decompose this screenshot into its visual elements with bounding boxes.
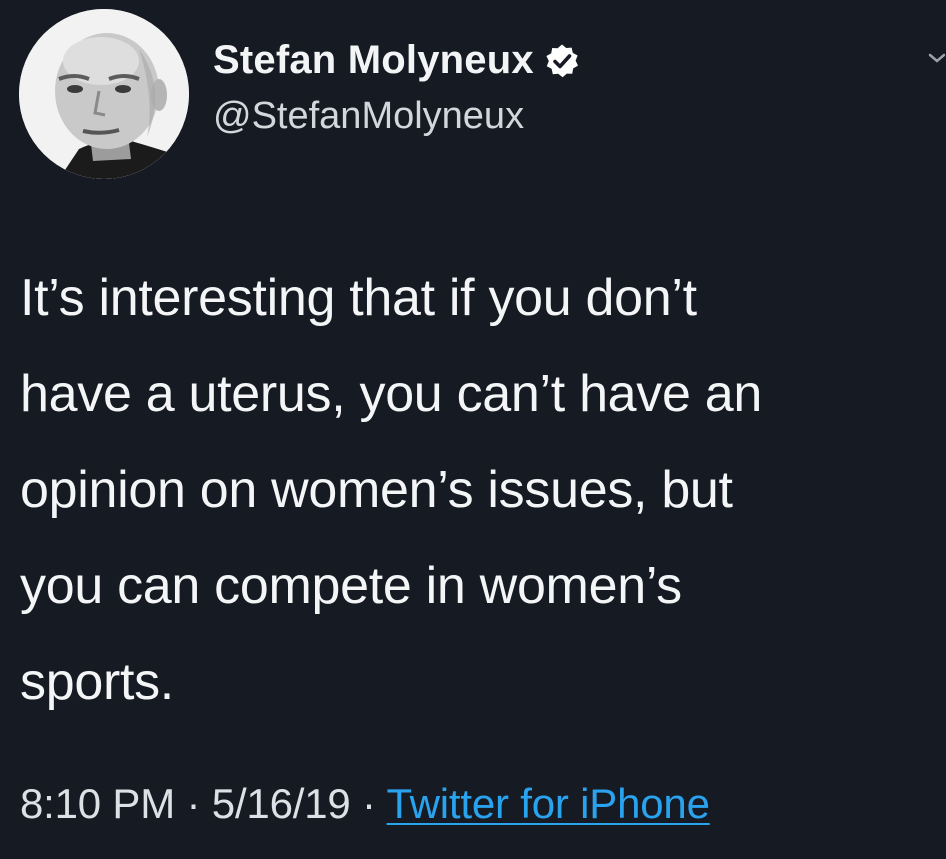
profile-photo-icon xyxy=(19,9,189,179)
author-name-row[interactable]: Stefan Molyneux xyxy=(213,38,580,83)
tweet-text-line: opinion on women’s issues, but xyxy=(20,461,733,519)
tweet-text-line: sports. xyxy=(20,653,174,711)
verified-check-icon xyxy=(544,43,580,79)
tweet-card: Stefan Molyneux @StefanMolyneux It’s int… xyxy=(0,0,946,859)
tweet-meta: 8:10 PM · 5/16/19 · Twitter for iPhone xyxy=(20,780,710,828)
meta-separator: · xyxy=(362,780,376,827)
tweet-text-line: you can compete in women’s xyxy=(20,557,682,615)
tweet-text: It’s interesting that if you don’t have … xyxy=(20,250,930,730)
handle[interactable]: @StefanMolyneux xyxy=(213,95,524,138)
tweet-source-link[interactable]: Twitter for iPhone xyxy=(387,780,710,827)
avatar[interactable] xyxy=(19,9,189,179)
tweet-date[interactable]: 5/16/19 xyxy=(212,780,351,827)
tweet-time[interactable]: 8:10 PM xyxy=(20,780,175,827)
display-name[interactable]: Stefan Molyneux xyxy=(213,38,534,83)
chevron-down-icon[interactable] xyxy=(928,50,946,66)
tweet-text-line: have a uterus, you can’t have an xyxy=(20,365,763,423)
tweet-text-line: It’s interesting that if you don’t xyxy=(20,269,697,327)
meta-separator: · xyxy=(186,780,201,827)
